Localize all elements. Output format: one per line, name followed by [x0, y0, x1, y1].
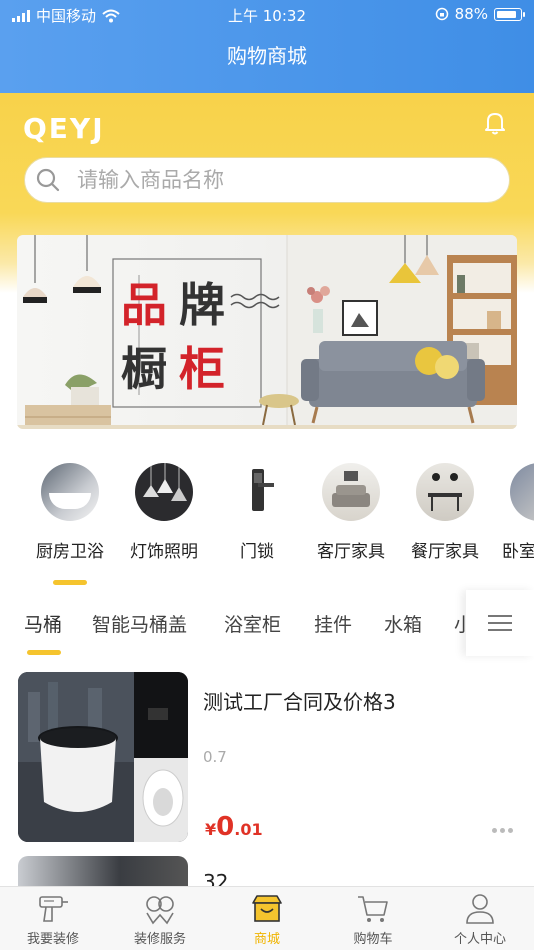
- category-menu-button[interactable]: [466, 590, 534, 656]
- search-icon: [36, 168, 60, 192]
- tabbar-item-cart[interactable]: 购物车: [323, 893, 423, 947]
- tabbar-item-renovate[interactable]: 我要装修: [3, 893, 103, 947]
- category-scroll-indicator: [53, 580, 87, 585]
- category-label: 餐厅家具: [411, 542, 479, 562]
- category-living-room-image: [322, 463, 380, 521]
- tabbar-label: 我要装修: [26, 932, 79, 947]
- tab-water-tank[interactable]: 水箱: [384, 610, 422, 637]
- category-lighting-image: [135, 463, 193, 521]
- category-door-lock[interactable]: 门锁: [212, 463, 302, 562]
- brand-logo: QEYJ: [23, 112, 105, 145]
- tabbar-item-services[interactable]: 装修服务: [110, 893, 210, 947]
- tabbar-label: 购物车: [353, 932, 393, 947]
- banner-title-2a: 橱: [121, 342, 167, 396]
- service-icon: [146, 896, 174, 925]
- category-label: 厨房卫浴: [36, 542, 104, 562]
- category-dining-image: [416, 463, 474, 521]
- page-title: 购物商城: [227, 44, 307, 68]
- promo-banner[interactable]: 品 牌 橱 柜: [17, 235, 517, 429]
- price-integer: 0: [216, 812, 235, 842]
- tabbar-label: 装修服务: [133, 932, 186, 947]
- category-label: 灯饰照明: [130, 542, 198, 562]
- category-label: 门锁: [240, 542, 274, 562]
- category-door-lock-image: [228, 463, 286, 521]
- category-lighting[interactable]: 灯饰照明: [119, 463, 209, 562]
- banner-artwork: 品 牌 橱 柜: [17, 235, 517, 429]
- bottom-tab-bar: 我要装修 装修服务 商城 购物车 个人中心: [0, 886, 534, 950]
- banner-title-2b: 柜: [179, 342, 225, 396]
- battery-percent: 88%: [454, 5, 488, 23]
- search-bar[interactable]: [24, 157, 510, 203]
- store-icon: [252, 895, 282, 922]
- category-kitchen-bath[interactable]: 厨房卫浴: [25, 463, 115, 562]
- active-tab-indicator: [27, 650, 61, 655]
- tabbar-label: 商城: [253, 932, 280, 947]
- category-bedroom[interactable]: 卧室: [494, 463, 534, 562]
- tab-smart-toilet-seat[interactable]: 智能马桶盖: [92, 610, 187, 637]
- tab-more-partial[interactable]: 小: [454, 610, 466, 637]
- bell-icon[interactable]: [482, 110, 508, 136]
- toilet-image: [18, 672, 188, 842]
- banner-title-1a: 品: [121, 278, 167, 332]
- category-bedroom-image: [510, 463, 534, 521]
- status-bar: 中国移动 上午 10:32 88%: [0, 0, 534, 28]
- menu-icon: [488, 610, 512, 636]
- tab-bathroom-cabinet[interactable]: 浴室柜: [224, 610, 281, 637]
- battery-icon: [494, 7, 525, 21]
- category-label: 卧室: [502, 542, 534, 562]
- product-price: ¥0.01: [205, 812, 263, 842]
- drill-icon: [39, 896, 68, 922]
- tabbar-label: 个人中心: [453, 932, 506, 947]
- currency-symbol: ¥: [205, 820, 217, 839]
- category-kitchen-bath-image: [41, 463, 99, 521]
- category-label: 客厅家具: [317, 542, 385, 562]
- tab-fixtures[interactable]: 挂件: [314, 610, 352, 637]
- cart-icon: [358, 896, 388, 922]
- more-options-icon[interactable]: [492, 828, 513, 833]
- product-subtitle: 0.7: [203, 748, 227, 766]
- tab-toilet[interactable]: 马桶: [24, 610, 62, 637]
- price-decimal: .01: [234, 820, 263, 839]
- search-input[interactable]: [75, 167, 459, 193]
- banner-title-1b: 牌: [179, 278, 225, 332]
- subcategory-tabs: 马桶 智能马桶盖 浴室柜 挂件 水箱 小: [0, 598, 466, 652]
- category-dining[interactable]: 餐厅家具: [400, 463, 490, 562]
- product-image[interactable]: [18, 672, 188, 842]
- tabbar-item-store[interactable]: 商城: [217, 893, 317, 947]
- user-icon: [466, 894, 494, 924]
- category-living-room[interactable]: 客厅家具: [306, 463, 396, 562]
- product-title[interactable]: 测试工厂合同及价格3: [203, 686, 396, 715]
- orientation-lock-icon: [435, 7, 448, 21]
- tabbar-item-profile[interactable]: 个人中心: [430, 893, 530, 947]
